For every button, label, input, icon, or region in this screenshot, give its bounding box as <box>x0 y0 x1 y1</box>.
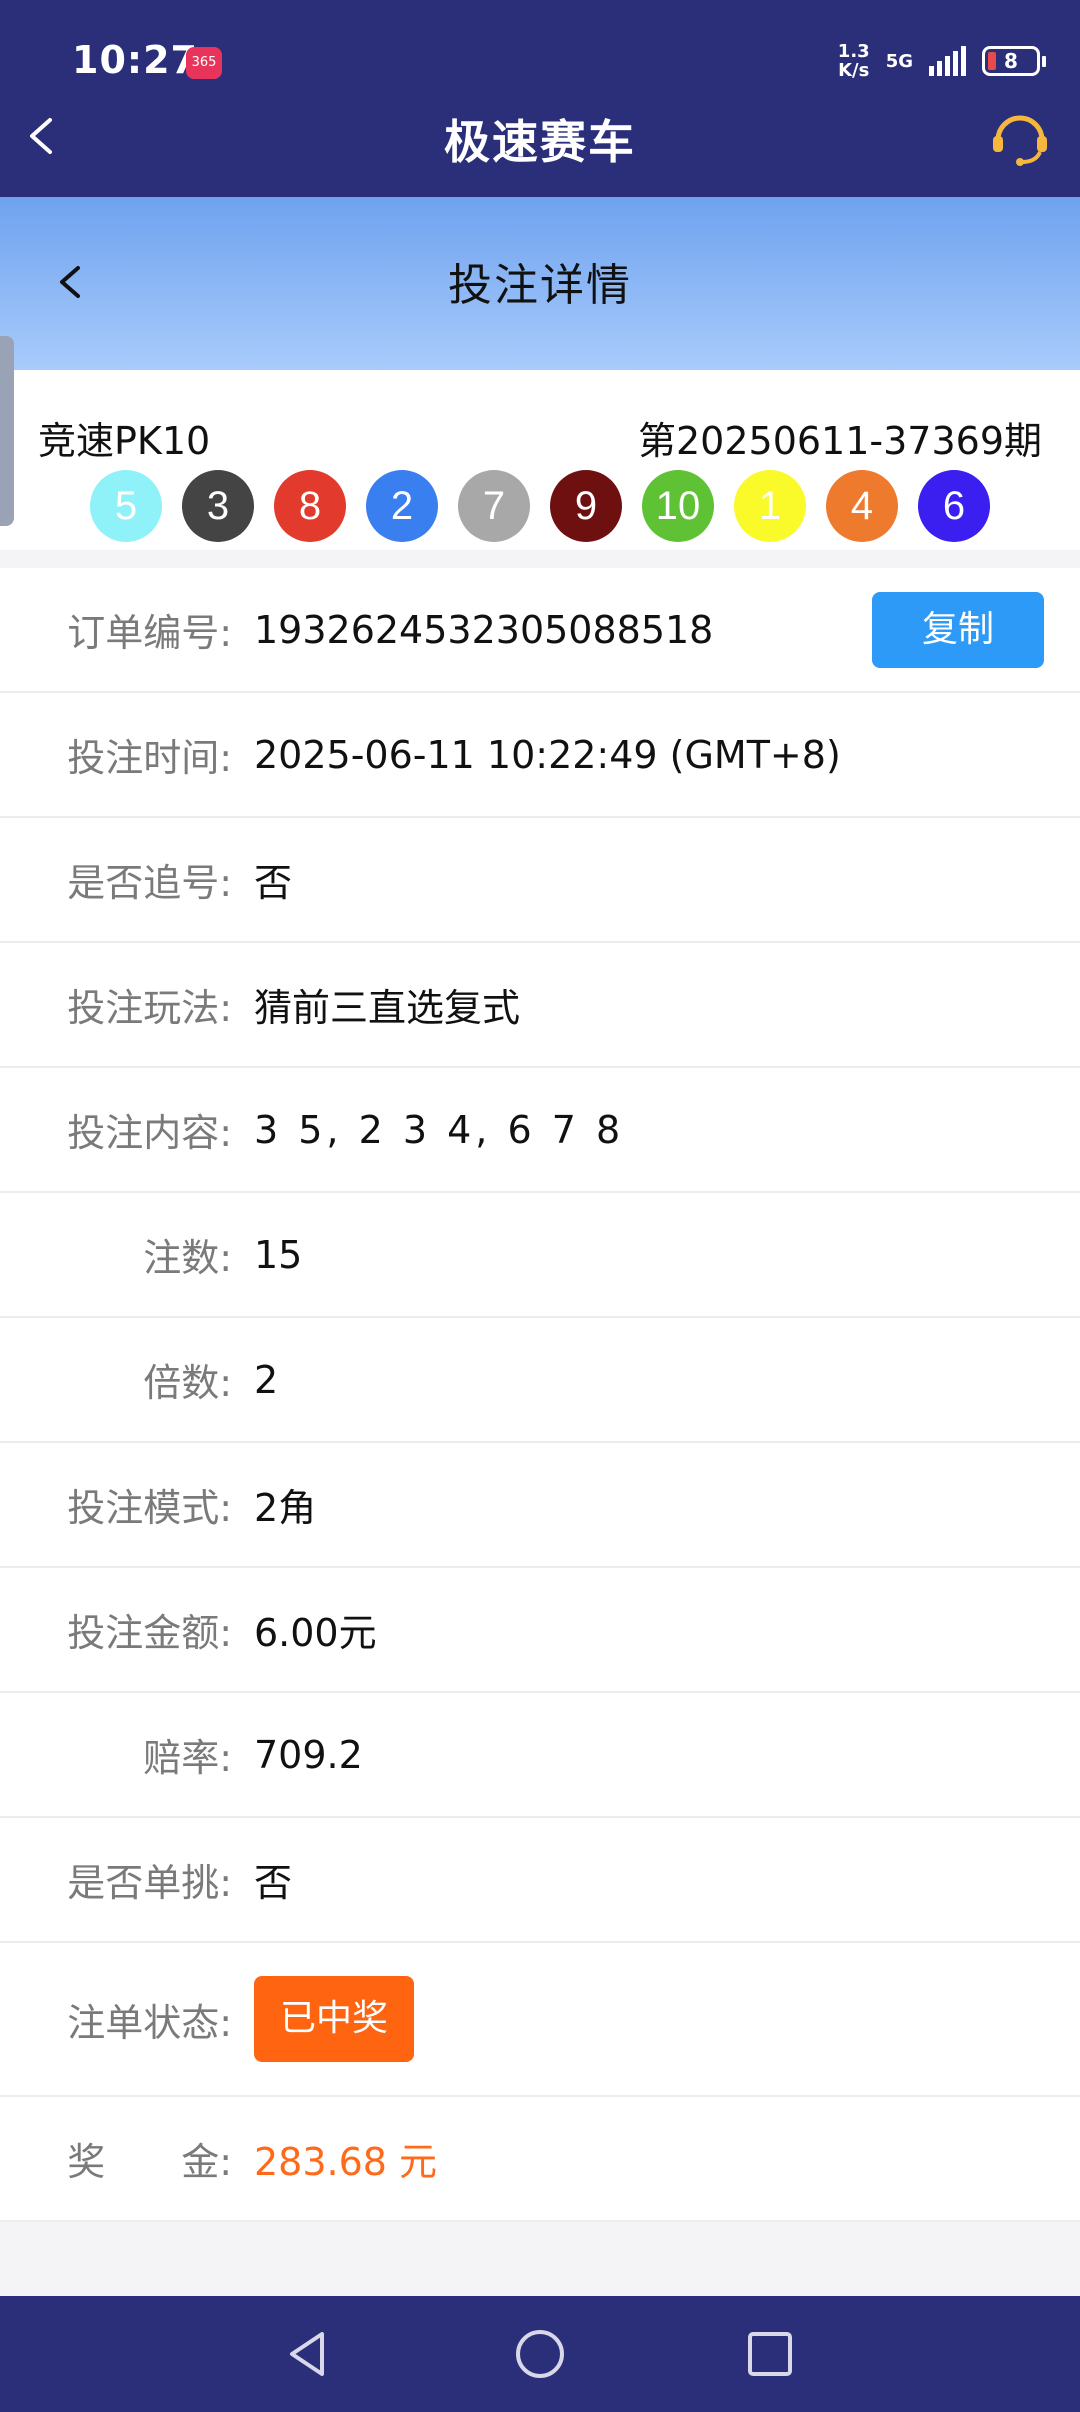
bet-time-label: 投注时间: <box>67 736 232 780</box>
draw-ball: 2 <box>366 470 438 542</box>
prize-row: 奖 金: 283.68 元 <box>0 2097 1080 2222</box>
bet-status-row: 注单状态: 已中奖 <box>0 1943 1080 2097</box>
play-type-value: 猜前三直选复式 <box>254 986 521 1030</box>
bet-mode-label: 投注模式: <box>67 1486 232 1530</box>
draw-ball: 3 <box>182 470 254 542</box>
bet-content-value: 3 5, 2 3 4, 6 7 8 <box>254 1107 625 1152</box>
bet-time-value: 2025-06-11 10:22:49 (GMT+8) <box>254 732 841 777</box>
single-bet-row: 是否单挑: 否 <box>0 1818 1080 1943</box>
prize-label: 奖 金: <box>67 2140 232 2184</box>
network-speed: 1.3 K/s <box>838 42 870 80</box>
notification-app-icon: 365 <box>186 47 222 79</box>
bet-count-row: 注数: 15 <box>0 1193 1080 1318</box>
network-type: 5G <box>885 50 913 72</box>
single-bet-value: 否 <box>254 1861 293 1905</box>
bet-status-cell: 已中奖 <box>254 1943 415 2095</box>
battery-icon: 8 <box>982 46 1046 76</box>
status-indicators: 1.3 K/s 5G 8 <box>838 38 1046 84</box>
game-name: 竞速PK10 <box>38 419 211 463</box>
nav-home-icon[interactable] <box>512 2326 568 2382</box>
prize-value: 283.68 元 <box>254 2140 438 2184</box>
bet-status-label: 注单状态: <box>67 2000 232 2045</box>
bet-mode-row: 投注模式: 2角 <box>0 1443 1080 1568</box>
order-number-value: 1932624532305088518 <box>254 607 714 652</box>
order-number-label: 订单编号: <box>67 611 232 655</box>
status-badge: 已中奖 <box>254 1976 415 2062</box>
multiple-value: 2 <box>254 1357 279 1402</box>
status-time: 10:27 <box>72 38 198 82</box>
bet-amount-value: 6.00元 <box>254 1611 377 1655</box>
page-title: 投注详情 <box>448 260 632 311</box>
system-navigation-bar <box>0 2296 1080 2412</box>
nav-back-icon[interactable] <box>280 2326 336 2382</box>
draw-ball: 4 <box>826 470 898 542</box>
multiple-label: 倍数: <box>143 1361 232 1405</box>
network-speed-value: 1.3 <box>837 41 870 62</box>
multiple-row: 倍数: 2 <box>0 1318 1080 1443</box>
copy-button[interactable]: 复制 <box>872 592 1044 668</box>
draw-result-card: 竞速PK10 第20250611-37369期 5 3 8 2 7 9 10 1… <box>0 370 1080 550</box>
bet-content-row: 投注内容: 3 5, 2 3 4, 6 7 8 <box>0 1068 1080 1193</box>
app-title: 极速赛车 <box>444 115 636 169</box>
odds-label: 赔率: <box>143 1736 232 1780</box>
single-bet-label: 是否单挑: <box>67 1861 232 1905</box>
bet-content-label: 投注内容: <box>67 1111 232 1155</box>
signal-icon <box>929 46 966 76</box>
bet-amount-label: 投注金额: <box>67 1611 232 1655</box>
order-number-row: 订单编号: 1932624532305088518 复制 <box>0 568 1080 693</box>
odds-row: 赔率: 709.2 <box>0 1693 1080 1818</box>
bet-time-row: 投注时间: 2025-06-11 10:22:49 (GMT+8) <box>0 693 1080 818</box>
customer-service-icon[interactable] <box>988 108 1052 168</box>
bet-count-label: 注数: <box>143 1236 232 1280</box>
play-type-row: 投注玩法: 猜前三直选复式 <box>0 943 1080 1068</box>
chase-row: 是否追号: 否 <box>0 818 1080 943</box>
nav-recents-icon[interactable] <box>742 2326 798 2382</box>
bet-details-list: 订单编号: 1932624532305088518 复制 投注时间: 2025-… <box>0 568 1080 2222</box>
network-speed-unit: K/s <box>838 60 870 81</box>
draw-ball: 7 <box>458 470 530 542</box>
draw-ball: 5 <box>90 470 162 542</box>
draw-ball: 9 <box>550 470 622 542</box>
bet-amount-row: 投注金额: 6.00元 <box>0 1568 1080 1693</box>
draw-ball: 6 <box>918 470 990 542</box>
draw-ball: 1 <box>734 470 806 542</box>
bet-mode-value: 2角 <box>254 1486 317 1530</box>
side-drawer-handle[interactable] <box>0 336 14 526</box>
app-header: 10:27 365 1.3 K/s 5G 8 极速赛车 <box>0 0 1080 197</box>
bet-count-value: 15 <box>254 1232 303 1277</box>
draw-ball: 8 <box>274 470 346 542</box>
chase-value: 否 <box>254 861 293 905</box>
odds-value: 709.2 <box>254 1732 363 1777</box>
issue-number: 第20250611-37369期 <box>637 419 1042 463</box>
draw-balls: 5 3 8 2 7 9 10 1 4 6 <box>90 470 990 542</box>
detail-header: 投注详情 <box>0 197 1080 370</box>
draw-ball: 10 <box>642 470 714 542</box>
chase-label: 是否追号: <box>67 861 232 905</box>
play-type-label: 投注玩法: <box>67 986 232 1030</box>
